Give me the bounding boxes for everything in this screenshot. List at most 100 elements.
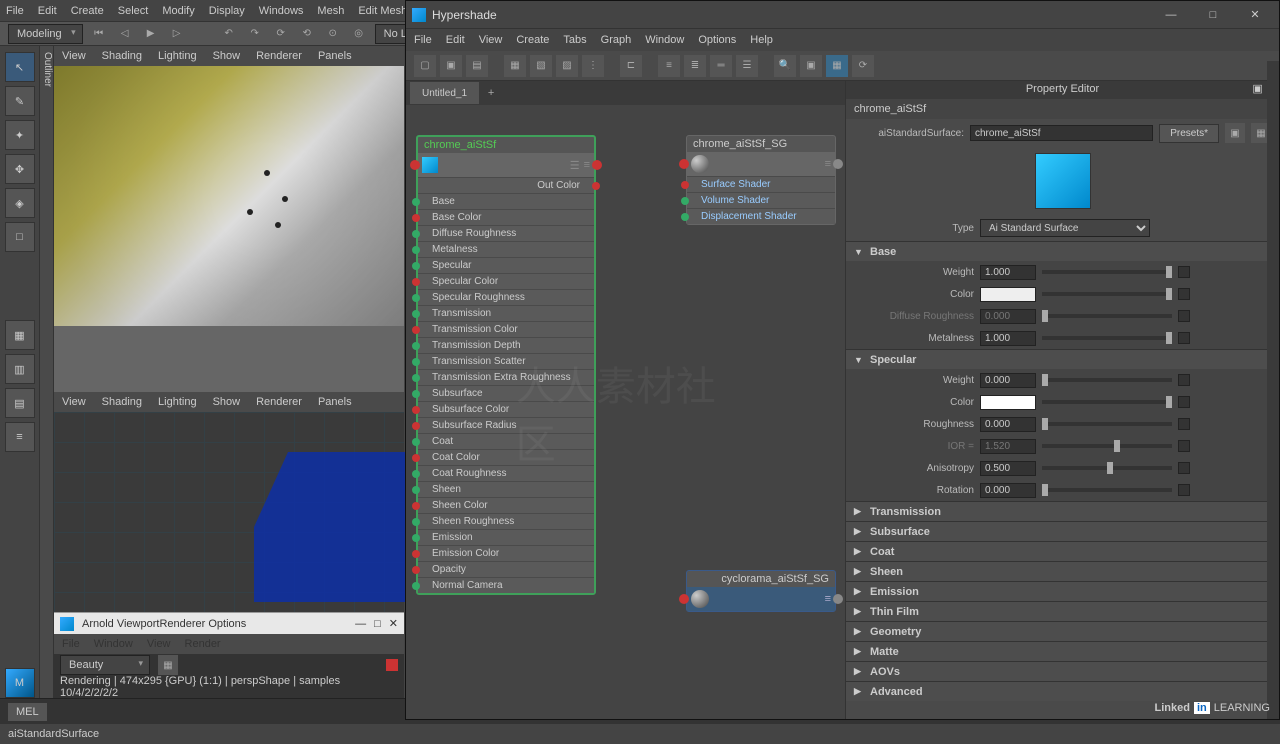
menu-editmesh[interactable]: Edit Mesh xyxy=(358,5,407,17)
attr-coat-color[interactable]: Coat Color xyxy=(418,449,594,465)
spec-ior-slider[interactable] xyxy=(1042,444,1172,448)
sg-menu-icon[interactable]: ≡ xyxy=(825,158,831,170)
attr-specular-roughness[interactable]: Specular Roughness xyxy=(418,289,594,305)
vp-lighting[interactable]: Lighting xyxy=(158,50,197,62)
base-weight-slider[interactable] xyxy=(1042,270,1172,274)
arnold-view[interactable]: View xyxy=(147,638,171,650)
vp-view[interactable]: View xyxy=(62,50,86,62)
section-matte[interactable]: ▶Matte xyxy=(846,641,1279,661)
spec-ior-input[interactable] xyxy=(980,439,1036,454)
vp2-panels[interactable]: Panels xyxy=(318,396,352,408)
section-aovs[interactable]: ▶AOVs xyxy=(846,661,1279,681)
vp-panels[interactable]: Panels xyxy=(318,50,352,62)
tab-add-button[interactable]: + xyxy=(481,82,501,104)
arnold-render[interactable]: Render xyxy=(185,638,221,650)
shelf-tool-4-icon[interactable]: ◎ xyxy=(349,24,369,44)
layout-2-icon[interactable]: ▥ xyxy=(5,354,35,384)
spec-rough-input[interactable] xyxy=(980,417,1036,432)
hs-tb-8-icon[interactable]: ⊏ xyxy=(620,55,642,77)
spec-aniso-map-icon[interactable] xyxy=(1178,462,1190,474)
base-color-slider[interactable] xyxy=(1042,292,1172,296)
render-save-icon[interactable]: ▦ xyxy=(158,655,178,675)
cyc-menu-icon[interactable]: ≡ xyxy=(825,593,831,605)
base-diffrough-input[interactable] xyxy=(980,309,1036,324)
base-metal-slider[interactable] xyxy=(1042,336,1172,340)
select-tool[interactable]: ↖ xyxy=(5,52,35,82)
section-emission[interactable]: ▶Emission xyxy=(846,581,1279,601)
hs-tb-4-icon[interactable]: ▦ xyxy=(504,55,526,77)
attr-metalness[interactable]: Metalness xyxy=(418,241,594,257)
section-subsurface[interactable]: ▶Subsurface xyxy=(846,521,1279,541)
hs-menu-file[interactable]: File xyxy=(414,34,432,46)
hs-tb-frame-icon[interactable]: ▣ xyxy=(800,55,822,77)
section-thin-film[interactable]: ▶Thin Film xyxy=(846,601,1279,621)
spec-rough-map-icon[interactable] xyxy=(1178,418,1190,430)
menu-file[interactable]: File xyxy=(6,5,24,17)
render-viewport[interactable] xyxy=(54,66,404,392)
spec-rot-input[interactable] xyxy=(980,483,1036,498)
layout-1-icon[interactable]: ▦ xyxy=(5,320,35,350)
hs-menu-options[interactable]: Options xyxy=(698,34,736,46)
render-stop-icon[interactable] xyxy=(386,659,398,671)
vp-shading[interactable]: Shading xyxy=(102,50,142,62)
prop-surface-input[interactable] xyxy=(970,125,1153,141)
hs-menu-window[interactable]: Window xyxy=(645,34,684,46)
sg-attr-surface[interactable]: Surface Shader xyxy=(687,176,835,192)
attr-out-color[interactable]: Out Color xyxy=(418,177,594,193)
spec-rough-slider[interactable] xyxy=(1042,422,1172,426)
attr-coat-roughness[interactable]: Coat Roughness xyxy=(418,465,594,481)
hs-tb-12-icon[interactable]: ☰ xyxy=(736,55,758,77)
base-diffrough-map-icon[interactable] xyxy=(1178,310,1190,322)
node-in-port[interactable] xyxy=(410,160,420,170)
base-metal-map-icon[interactable] xyxy=(1178,332,1190,344)
menu-select[interactable]: Select xyxy=(118,5,149,17)
sg-out-port[interactable] xyxy=(833,159,843,169)
arnold-window[interactable]: Window xyxy=(94,638,133,650)
tab-untitled[interactable]: Untitled_1 xyxy=(410,82,479,104)
shelf-tool-1-icon[interactable]: ⟳ xyxy=(271,24,291,44)
lasso-tool[interactable]: ✎ xyxy=(5,86,35,116)
arnold-max-icon[interactable]: □ xyxy=(374,618,381,630)
hs-tb-1-icon[interactable]: ▢ xyxy=(414,55,436,77)
base-color-swatch[interactable] xyxy=(980,287,1036,302)
menu-mesh[interactable]: Mesh xyxy=(317,5,344,17)
attr-sheen[interactable]: Sheen xyxy=(418,481,594,497)
shelf-play-start-icon[interactable]: ⏮ xyxy=(89,24,109,44)
hs-tb-9-icon[interactable]: ≡ xyxy=(658,55,680,77)
sg-in-port[interactable] xyxy=(679,159,689,169)
hs-close-icon[interactable]: ✕ xyxy=(1237,4,1273,26)
hs-menu-view[interactable]: View xyxy=(479,34,503,46)
node-header[interactable]: ☰ ≡ xyxy=(418,153,594,177)
hs-menu-tabs[interactable]: Tabs xyxy=(563,34,586,46)
node-collapse-icon[interactable]: ☰ xyxy=(570,159,580,172)
hs-menu-help[interactable]: Help xyxy=(750,34,773,46)
move-tool[interactable]: ✥ xyxy=(5,154,35,184)
prop-scrollbar[interactable] xyxy=(1267,81,1279,719)
attr-transmission-color[interactable]: Transmission Color xyxy=(418,321,594,337)
hs-tb-refresh-icon[interactable]: ⟳ xyxy=(852,55,874,77)
attr-base-color[interactable]: Base Color xyxy=(418,209,594,225)
attr-subsurface-color[interactable]: Subsurface Color xyxy=(418,401,594,417)
node-chrome-sg[interactable]: chrome_aiStSf_SG ≡ Surface Shader Volume… xyxy=(686,135,836,225)
attr-emission-color[interactable]: Emission Color xyxy=(418,545,594,561)
spec-weight-map-icon[interactable] xyxy=(1178,374,1190,386)
sg-attr-disp[interactable]: Displacement Shader xyxy=(687,208,835,224)
hypershade-titlebar[interactable]: Hypershade — □ ✕ xyxy=(406,1,1279,29)
attr-opacity[interactable]: Opacity xyxy=(418,561,594,577)
shader-swatch[interactable] xyxy=(1035,153,1091,209)
menu-edit[interactable]: Edit xyxy=(38,5,57,17)
spec-color-map-icon[interactable] xyxy=(1178,396,1190,408)
hs-tb-6-icon[interactable]: ▨ xyxy=(556,55,578,77)
attr-subsurface[interactable]: Subsurface xyxy=(418,385,594,401)
hs-max-icon[interactable]: □ xyxy=(1195,4,1231,26)
node-out-port[interactable] xyxy=(592,160,602,170)
attr-normal-camera[interactable]: Normal Camera xyxy=(418,577,594,593)
attr-diffuse-roughness[interactable]: Diffuse Roughness xyxy=(418,225,594,241)
node-chrome-aistsf[interactable]: chrome_aiStSf ☰ ≡ Out Color BaseBase Col… xyxy=(416,135,596,595)
shelf-frame-fwd-icon[interactable]: ▷ xyxy=(167,24,187,44)
vp2-shading[interactable]: Shading xyxy=(102,396,142,408)
vp2-view[interactable]: View xyxy=(62,396,86,408)
vp2-lighting[interactable]: Lighting xyxy=(158,396,197,408)
shelf-undo-icon[interactable]: ↶ xyxy=(219,24,239,44)
beauty-dropdown[interactable]: Beauty xyxy=(60,655,150,675)
